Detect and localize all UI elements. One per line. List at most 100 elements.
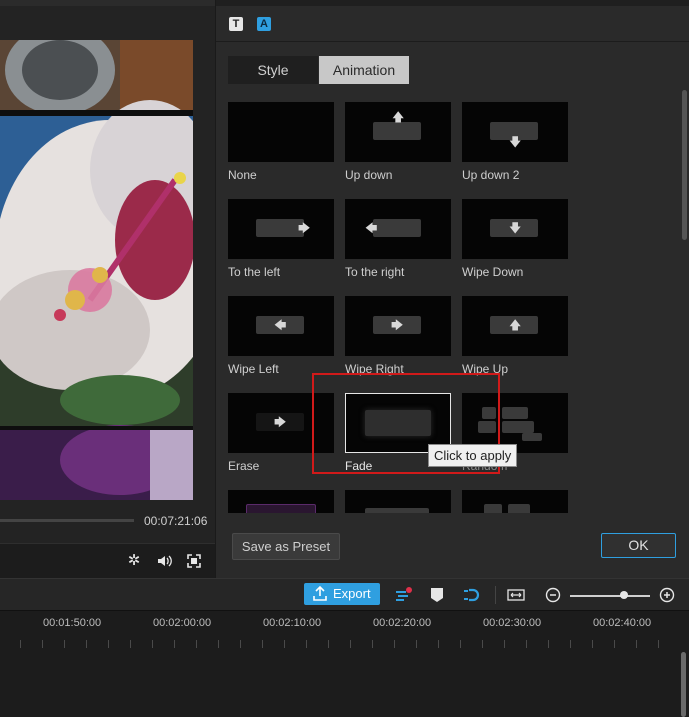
ruler-tick — [42, 640, 43, 648]
tab-animation[interactable]: Animation — [319, 56, 409, 84]
animation-thumb: 🡅 — [345, 102, 451, 162]
preview-controls: ✲ — [0, 543, 215, 579]
ruler-tick — [636, 640, 637, 648]
panel-icon-bar: T A — [216, 6, 689, 42]
zoom-in-icon[interactable] — [658, 586, 676, 604]
ruler-tick — [614, 640, 615, 648]
animation-thumb — [462, 490, 568, 513]
animation-label: Up down 2 — [462, 168, 520, 182]
export-button[interactable]: Export — [304, 583, 380, 605]
ruler-tick — [416, 640, 417, 648]
subtitle-list-icon[interactable] — [394, 586, 412, 604]
arrow-down-icon: 🡇 — [509, 135, 522, 149]
ruler-tick — [262, 640, 263, 648]
arrow-right-icon: 🡆 — [391, 318, 404, 332]
ruler-tick — [372, 640, 373, 648]
zoom-slider-track[interactable] — [570, 595, 650, 597]
ruler-tick — [482, 640, 483, 648]
ruler-tick — [64, 640, 65, 648]
ruler-tick — [526, 640, 527, 648]
ruler-tick — [130, 640, 131, 648]
volume-icon[interactable] — [156, 552, 174, 570]
video-image — [0, 40, 193, 500]
animation-label: Erase — [228, 459, 260, 473]
ruler-label: 00:02:20:00 — [373, 617, 432, 629]
animation-label: None — [228, 168, 257, 182]
ruler-tick — [86, 640, 87, 648]
video-frame — [0, 40, 193, 500]
animation-thumb: 🡆 — [228, 199, 334, 259]
ruler-tick — [438, 640, 439, 648]
panel-scrollbar[interactable] — [682, 90, 687, 240]
ruler-tick — [20, 640, 21, 648]
ruler-label: 00:02:40:00 — [593, 617, 652, 629]
export-label: Export — [333, 586, 371, 601]
animation-label: To the left — [228, 265, 281, 279]
animation-thumb — [228, 102, 334, 162]
ruler-tick — [284, 640, 285, 648]
fullscreen-icon[interactable] — [185, 552, 203, 570]
arrow-up-icon: 🡅 — [509, 318, 522, 332]
zoom-out-icon[interactable] — [544, 586, 562, 604]
animation-thumb: 🡄 — [345, 199, 451, 259]
animation-thumb: 🡆 — [345, 296, 451, 356]
ruler-tick — [460, 640, 461, 648]
animation-thumb: 🡇 — [462, 102, 568, 162]
arrow-left-icon: 🡄 — [274, 318, 287, 332]
text-icon[interactable]: T — [229, 17, 243, 31]
animation-thumb: 🡅 — [462, 296, 568, 356]
ruler-tick — [108, 640, 109, 648]
ruler-label: 00:02:10:00 — [263, 617, 322, 629]
ruler-tick — [394, 640, 395, 648]
progress-row: 00:07:21:06 — [0, 500, 215, 542]
ruler-tick — [570, 640, 571, 648]
toolbar-divider — [495, 586, 496, 604]
preview-top-strip — [0, 0, 215, 6]
animation-label: To the right — [345, 265, 405, 279]
ok-button[interactable]: OK — [601, 533, 676, 558]
ruler-tick — [548, 640, 549, 648]
settings-icon[interactable]: ✲ — [125, 552, 143, 570]
tab-style[interactable]: Style — [228, 56, 318, 84]
animation-text-icon[interactable]: A — [257, 17, 271, 31]
ruler-label: 00:02:00:00 — [153, 617, 212, 629]
magnet-snap-icon[interactable] — [462, 586, 480, 604]
animation-thumb — [345, 490, 451, 513]
arrow-right-icon: 🡆 — [298, 221, 311, 235]
ruler-tick — [218, 640, 219, 648]
arrow-up-icon: 🡅 — [392, 110, 405, 124]
animation-label: Up down — [345, 168, 393, 182]
progress-track[interactable] — [0, 519, 134, 522]
ruler-tick — [658, 640, 659, 648]
arrow-left-icon: 🡄 — [365, 221, 378, 235]
ruler-tick — [350, 640, 351, 648]
ruler-tick — [152, 640, 153, 648]
ruler-label: 00:02:30:00 — [483, 617, 542, 629]
title-animation-panel: T A Style Animation None 🡅 Up down 🡇 Up … — [215, 0, 689, 578]
timeline-panel: Export 00:01:50:00 00:02:00:00 00:02:10:… — [0, 578, 689, 717]
animation-label: Wipe Down — [462, 265, 524, 279]
apply-tooltip: Click to apply — [428, 444, 518, 467]
animation-thumb — [228, 490, 334, 513]
time-readout: 00:07:21:06 — [144, 514, 208, 528]
zoom-slider-handle[interactable] — [620, 591, 628, 599]
ruler-tick — [592, 640, 593, 648]
arrow-down-icon: 🡇 — [509, 221, 522, 235]
animation-label: Wipe Left — [228, 362, 279, 376]
ruler-tick — [504, 640, 505, 648]
animation-thumb: 🡇 — [462, 199, 568, 259]
upload-icon — [312, 583, 328, 612]
ruler-tick — [306, 640, 307, 648]
timeline-scrollbar[interactable] — [681, 652, 686, 717]
ruler-label: 00:01:50:00 — [43, 617, 102, 629]
arrow-right-icon: 🡆 — [274, 415, 287, 429]
ruler-tick — [174, 640, 175, 648]
ruler-tick — [328, 640, 329, 648]
fit-width-icon[interactable] — [507, 586, 525, 604]
save-as-preset-button[interactable]: Save as Preset — [232, 533, 340, 560]
timeline-ruler[interactable]: 00:01:50:00 00:02:00:00 00:02:10:00 00:0… — [0, 610, 689, 650]
ruler-tick — [240, 640, 241, 648]
marker-icon[interactable] — [428, 586, 446, 604]
video-preview-panel: 00:07:21:06 ✲ — [0, 0, 215, 579]
timeline-toolbar: Export — [0, 578, 689, 611]
